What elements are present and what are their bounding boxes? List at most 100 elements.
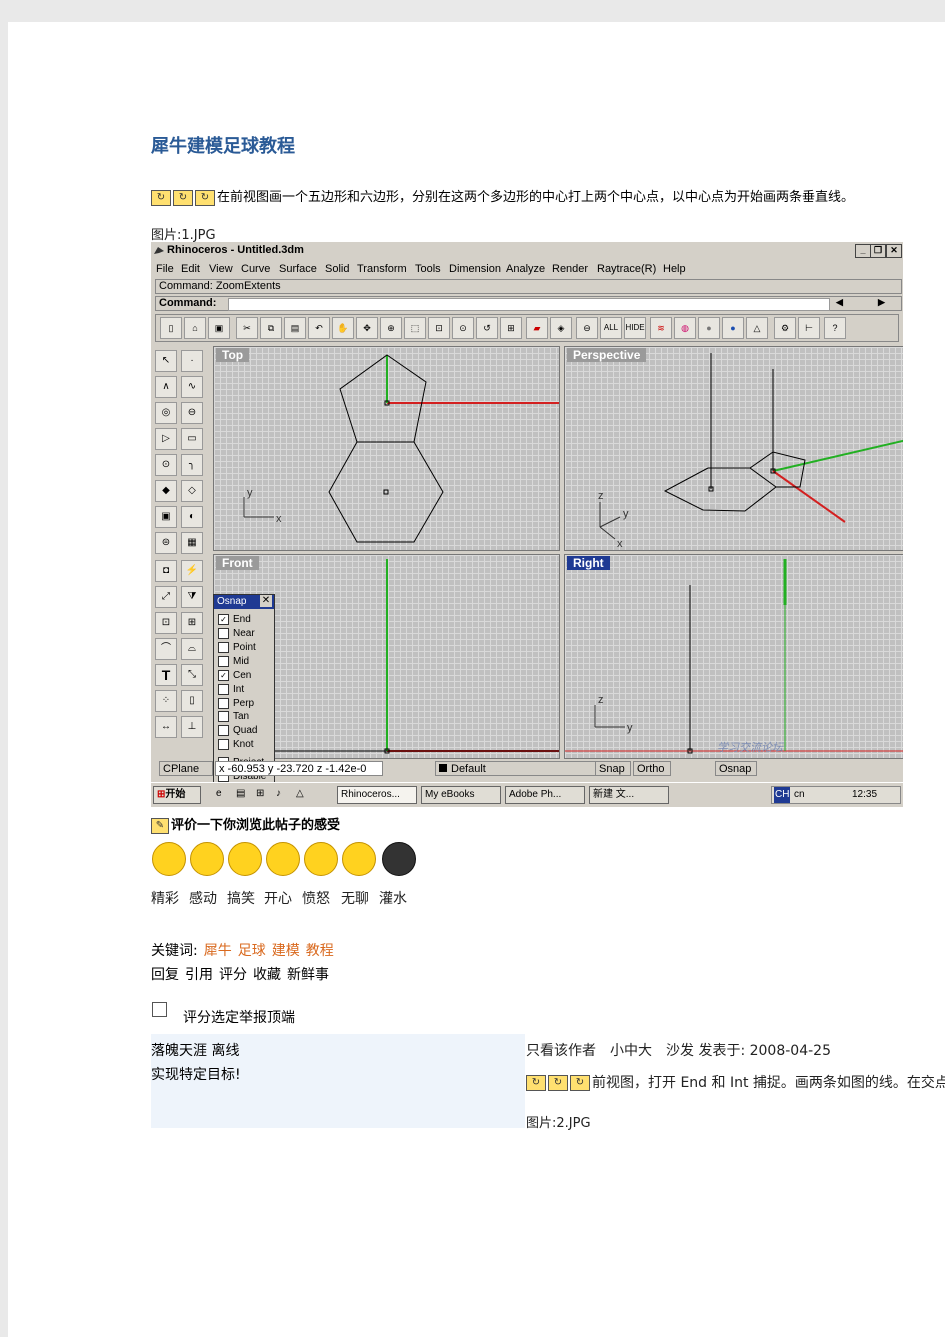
task-rhinoceros[interactable]: Rhinoceros... <box>337 786 417 804</box>
scroll-right-icon[interactable]: ▶ <box>878 297 885 308</box>
checkbox[interactable] <box>218 725 229 736</box>
cylinder-icon[interactable]: ⊜ <box>155 532 177 554</box>
osnap-cen[interactable]: ✓ Cen <box>218 670 251 681</box>
start-button[interactable]: ⊞开始 <box>153 786 201 804</box>
array-icon[interactable]: ⊞ <box>181 612 203 634</box>
split-icon[interactable]: ⚡ <box>181 560 203 582</box>
menu-solid[interactable]: Solid <box>325 263 349 275</box>
paste-icon[interactable]: ▤ <box>284 317 306 339</box>
rating-label[interactable]: 开心 <box>264 888 292 908</box>
text-icon[interactable]: T <box>155 664 177 686</box>
task-new-document[interactable]: 新建 文... <box>589 786 669 804</box>
dimension-icon[interactable]: ⊢ <box>798 317 820 339</box>
menu-render[interactable]: Render <box>552 263 588 275</box>
keyword-link[interactable]: 足球 <box>238 943 266 959</box>
select-checkbox[interactable] <box>152 1002 167 1017</box>
menu-dimension[interactable]: Dimension <box>449 263 501 275</box>
status-snap[interactable]: Snap <box>595 761 631 776</box>
undo-view-icon[interactable]: ↺ <box>476 317 498 339</box>
show-all-button[interactable]: ALL <box>600 317 622 339</box>
loft-icon[interactable]: ◇ <box>181 480 203 502</box>
quote-link[interactable]: 引用 <box>185 967 213 983</box>
command-line[interactable]: Command: ◀ ▶ <box>155 296 902 311</box>
menu-tools[interactable]: Tools <box>415 263 441 275</box>
ellipse-icon[interactable]: ⊖ <box>181 402 203 424</box>
render-sphere-icon[interactable]: ● <box>722 317 744 339</box>
desktop-icon[interactable]: ▤ <box>233 786 251 804</box>
polygon-icon[interactable]: ▷ <box>155 428 177 450</box>
car-icon[interactable]: ▰ <box>526 317 548 339</box>
favorite-link[interactable]: 收藏 <box>253 967 281 983</box>
emoji-happy-icon[interactable] <box>266 842 300 876</box>
osnap-perp[interactable]: Perp <box>218 698 254 709</box>
checkbox[interactable] <box>218 739 229 750</box>
checkbox[interactable] <box>218 656 229 667</box>
select-icon[interactable]: ↖ <box>155 350 177 372</box>
osnap-near[interactable]: Near <box>218 628 255 639</box>
checkbox[interactable] <box>218 698 229 709</box>
undo-icon[interactable]: ↶ <box>308 317 330 339</box>
rating-label[interactable]: 灌水 <box>379 888 407 908</box>
boolean-icon[interactable]: ◐ <box>181 506 203 528</box>
rating-label[interactable]: 搞笑 <box>227 888 255 908</box>
menu-transform[interactable]: Transform <box>357 263 407 275</box>
menu-file[interactable]: File <box>156 263 174 275</box>
scale-icon[interactable]: ⊡ <box>155 612 177 634</box>
new-file-icon[interactable]: ▯ <box>160 317 182 339</box>
center-point-icon[interactable]: ⊙ <box>155 454 177 476</box>
layers-icon[interactable]: ≋ <box>650 317 672 339</box>
fresh-link[interactable]: 新鲜事 <box>287 967 329 983</box>
settings-gear-icon[interactable]: ⚙ <box>774 317 796 339</box>
shaded-sphere-icon[interactable]: ● <box>698 317 720 339</box>
restore-icon[interactable]: ❐ <box>870 244 886 258</box>
mesh-icon[interactable]: ▦ <box>181 532 203 554</box>
task-my-ebooks[interactable]: My eBooks <box>421 786 501 804</box>
report-links[interactable]: 评分选定举报顶端 <box>183 1007 295 1027</box>
viewport-layout-icon[interactable]: ⊞ <box>500 317 522 339</box>
color-wheel-icon[interactable]: ◍ <box>674 317 696 339</box>
osnap-point[interactable]: Point <box>218 642 256 653</box>
pan-icon[interactable]: ✋ <box>332 317 354 339</box>
media-icon[interactable]: ♪ <box>273 786 291 804</box>
viewport-perspective[interactable]: Perspective z y x <box>564 346 903 551</box>
grid-icon[interactable]: ◈ <box>550 317 572 339</box>
scroll-left-icon[interactable]: ◀ <box>836 297 843 308</box>
viewport-top[interactable]: Top y x <box>213 346 560 551</box>
command-input[interactable] <box>228 298 830 311</box>
surface-icon[interactable]: ◆ <box>155 480 177 502</box>
open-file-icon[interactable]: ⌂ <box>184 317 206 339</box>
emoji-touched-icon[interactable] <box>190 842 224 876</box>
cut-icon[interactable]: ✂ <box>236 317 258 339</box>
rotate-view-icon[interactable]: ✥ <box>356 317 378 339</box>
author-name[interactable]: 落魄天涯 离线 <box>151 1040 239 1060</box>
keyword-link[interactable]: 教程 <box>306 943 334 959</box>
object-snap-icon[interactable]: ⊖ <box>576 317 598 339</box>
document-icon[interactable]: ▯ <box>181 690 203 712</box>
menu-curve[interactable]: Curve <box>241 263 270 275</box>
point-icon[interactable]: · <box>181 350 203 372</box>
language-indicator[interactable]: CH <box>774 787 791 803</box>
checkbox[interactable] <box>218 642 229 653</box>
status-osnap[interactable]: Osnap <box>715 761 757 776</box>
checkbox[interactable] <box>218 628 229 639</box>
menu-raytrace[interactable]: Raytrace(R) <box>597 263 656 275</box>
keyword-link[interactable]: 建模 <box>272 943 300 959</box>
explorer-icon[interactable]: ⊞ <box>253 786 271 804</box>
arc-icon[interactable]: ⌒ <box>155 638 177 660</box>
zoom-dynamic-icon[interactable]: ⊕ <box>380 317 402 339</box>
circle-icon[interactable]: ◎ <box>155 402 177 424</box>
zoom-window-icon[interactable]: ⬚ <box>404 317 426 339</box>
task-adobe-photoshop[interactable]: Adobe Ph... <box>505 786 585 804</box>
light-icon[interactable]: △ <box>746 317 768 339</box>
curve-icon[interactable]: ∿ <box>181 376 203 398</box>
copy-icon[interactable]: ⧉ <box>260 317 282 339</box>
ime-indicator[interactable]: cn <box>794 787 805 803</box>
rate-link[interactable]: 评分 <box>219 967 247 983</box>
osnap-quad[interactable]: Quad <box>218 725 257 736</box>
menu-help[interactable]: Help <box>663 263 686 275</box>
mirror-icon[interactable]: ⧩ <box>181 586 203 608</box>
keyword-link[interactable]: 犀牛 <box>204 943 232 959</box>
emoji-funny-icon[interactable] <box>228 842 262 876</box>
reply-link[interactable]: 回复 <box>151 967 179 983</box>
osnap-mid[interactable]: Mid <box>218 656 249 667</box>
